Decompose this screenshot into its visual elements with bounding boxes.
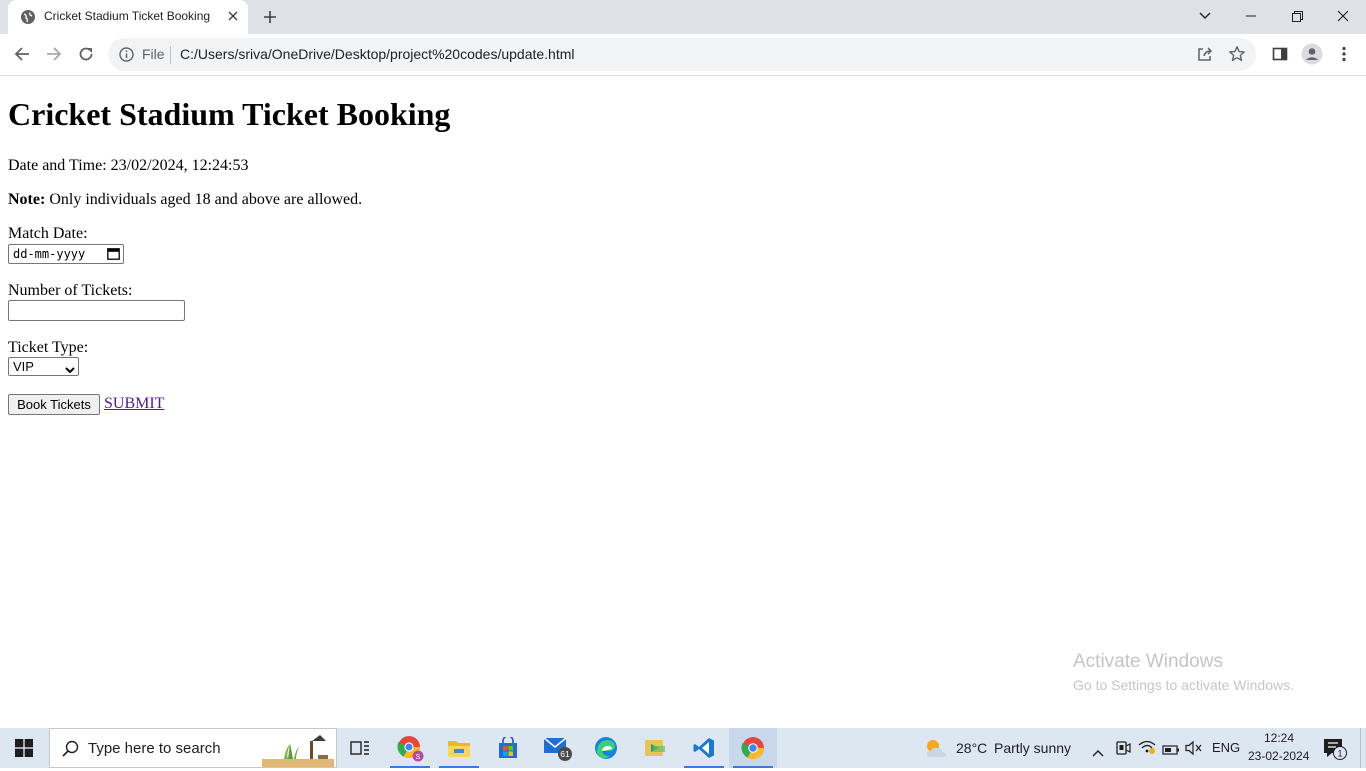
match-date-label: Match Date: bbox=[8, 225, 88, 242]
datetime-value: 23/02/2024, 12:24:53 bbox=[110, 157, 249, 174]
sticky-app-icon[interactable] bbox=[631, 728, 679, 768]
note-label: Note: bbox=[8, 191, 46, 208]
weather-desc[interactable]: Partly sunny bbox=[994, 740, 1071, 756]
taskbar-search-box[interactable]: Type here to search bbox=[49, 728, 337, 768]
forward-button[interactable] bbox=[40, 40, 68, 68]
language-indicator[interactable]: ENG bbox=[1212, 740, 1240, 755]
date-placeholder: dd-mm-yyyy bbox=[13, 247, 86, 261]
search-highlight-icon bbox=[260, 731, 336, 771]
mail-badge-count: 61 bbox=[560, 749, 570, 759]
clock-time[interactable]: 12:24 bbox=[1264, 731, 1294, 745]
edge-browser-icon[interactable] bbox=[582, 728, 630, 768]
notification-center-icon[interactable]: 1 bbox=[1322, 737, 1350, 765]
search-placeholder: Type here to search bbox=[88, 740, 221, 757]
vscode-icon[interactable] bbox=[680, 728, 728, 768]
reload-button[interactable] bbox=[72, 40, 100, 68]
new-tab-button[interactable] bbox=[258, 5, 282, 29]
restore-button[interactable] bbox=[1274, 0, 1320, 32]
browser-tab-strip: Cricket Stadium Ticket Booking bbox=[0, 0, 1366, 34]
close-tab-icon[interactable] bbox=[224, 7, 242, 25]
clock-date[interactable]: 23-02-2024 bbox=[1248, 749, 1309, 763]
datetime-label: Date and Time: bbox=[8, 157, 111, 174]
submit-link[interactable]: SUBMIT bbox=[104, 394, 164, 414]
minimize-button[interactable] bbox=[1228, 0, 1274, 32]
tickets-input[interactable] bbox=[8, 300, 185, 321]
chrome-profile-app-icon[interactable]: S bbox=[386, 728, 434, 768]
match-date-input[interactable]: dd-mm-yyyy bbox=[8, 244, 124, 264]
tickets-label: Number of Tickets: bbox=[8, 282, 133, 299]
task-view-icon[interactable] bbox=[336, 728, 384, 768]
reload-icon bbox=[79, 47, 93, 61]
back-button[interactable] bbox=[8, 40, 36, 68]
ticket-type-value: VIP bbox=[13, 359, 34, 374]
chrome-app-icon[interactable] bbox=[729, 728, 777, 768]
network-icon[interactable] bbox=[1138, 739, 1156, 759]
scheme-label: File bbox=[142, 46, 165, 62]
watermark-subtitle: Go to Settings to activate Windows. bbox=[1073, 677, 1294, 693]
chevron-up-icon[interactable] bbox=[1092, 742, 1104, 761]
note-text: Only individuals aged 18 and above are a… bbox=[45, 191, 363, 208]
volume-muted-icon[interactable] bbox=[1185, 740, 1203, 760]
address-bar[interactable]: File C:/Users/sriva/OneDrive/Desktop/pro… bbox=[108, 38, 1256, 71]
arrow-right-icon bbox=[47, 47, 62, 61]
profile-icon[interactable] bbox=[1298, 40, 1326, 68]
star-icon[interactable] bbox=[1228, 45, 1246, 67]
mail-icon[interactable]: 61 bbox=[533, 728, 581, 768]
book-tickets-button[interactable]: Book Tickets bbox=[8, 394, 100, 415]
chevron-down-icon bbox=[65, 362, 75, 377]
ticket-type-label: Ticket Type: bbox=[8, 339, 89, 356]
share-icon[interactable] bbox=[1196, 45, 1214, 67]
datetime-line: Date and Time: 23/02/2024, 12:24:53 bbox=[8, 156, 248, 176]
side-panel-icon[interactable] bbox=[1266, 40, 1294, 68]
show-desktop-button[interactable] bbox=[1360, 728, 1366, 768]
page-title: Cricket Stadium Ticket Booking bbox=[8, 96, 451, 132]
windows-taskbar: Type here to search S 61 28°C Partly sun… bbox=[0, 728, 1366, 768]
calendar-icon[interactable] bbox=[107, 247, 120, 263]
info-icon[interactable] bbox=[119, 47, 134, 66]
kebab-menu-icon[interactable] bbox=[1330, 40, 1358, 68]
close-window-button[interactable] bbox=[1320, 0, 1366, 32]
start-button[interactable] bbox=[0, 728, 48, 768]
activate-windows-watermark: Activate Windows Go to Settings to activ… bbox=[1073, 651, 1294, 695]
ticket-type-select[interactable]: VIP bbox=[8, 357, 79, 376]
weather-icon[interactable] bbox=[924, 737, 948, 763]
browser-tab[interactable]: Cricket Stadium Ticket Booking bbox=[8, 0, 248, 34]
file-explorer-icon[interactable] bbox=[435, 728, 483, 768]
tab-search-icon[interactable] bbox=[1182, 0, 1228, 32]
notification-count: 1 bbox=[1337, 749, 1342, 759]
age-note: Note: Only individuals aged 18 and above… bbox=[8, 190, 362, 210]
browser-toolbar: File C:/Users/sriva/OneDrive/Desktop/pro… bbox=[0, 34, 1366, 76]
tab-title: Cricket Stadium Ticket Booking bbox=[44, 9, 211, 23]
arrow-left-icon bbox=[14, 47, 29, 61]
meet-now-icon[interactable] bbox=[1115, 740, 1131, 760]
windows-logo-icon bbox=[15, 739, 33, 757]
omnibox-divider bbox=[170, 46, 171, 64]
search-icon bbox=[62, 740, 79, 761]
globe-icon bbox=[21, 10, 35, 24]
url-text[interactable]: C:/Users/sriva/OneDrive/Desktop/project%… bbox=[180, 46, 575, 62]
battery-icon[interactable] bbox=[1162, 741, 1180, 760]
svg-text:S: S bbox=[416, 754, 421, 761]
watermark-title: Activate Windows bbox=[1073, 651, 1223, 672]
weather-temp[interactable]: 28°C bbox=[956, 740, 987, 756]
microsoft-store-icon[interactable] bbox=[484, 728, 532, 768]
